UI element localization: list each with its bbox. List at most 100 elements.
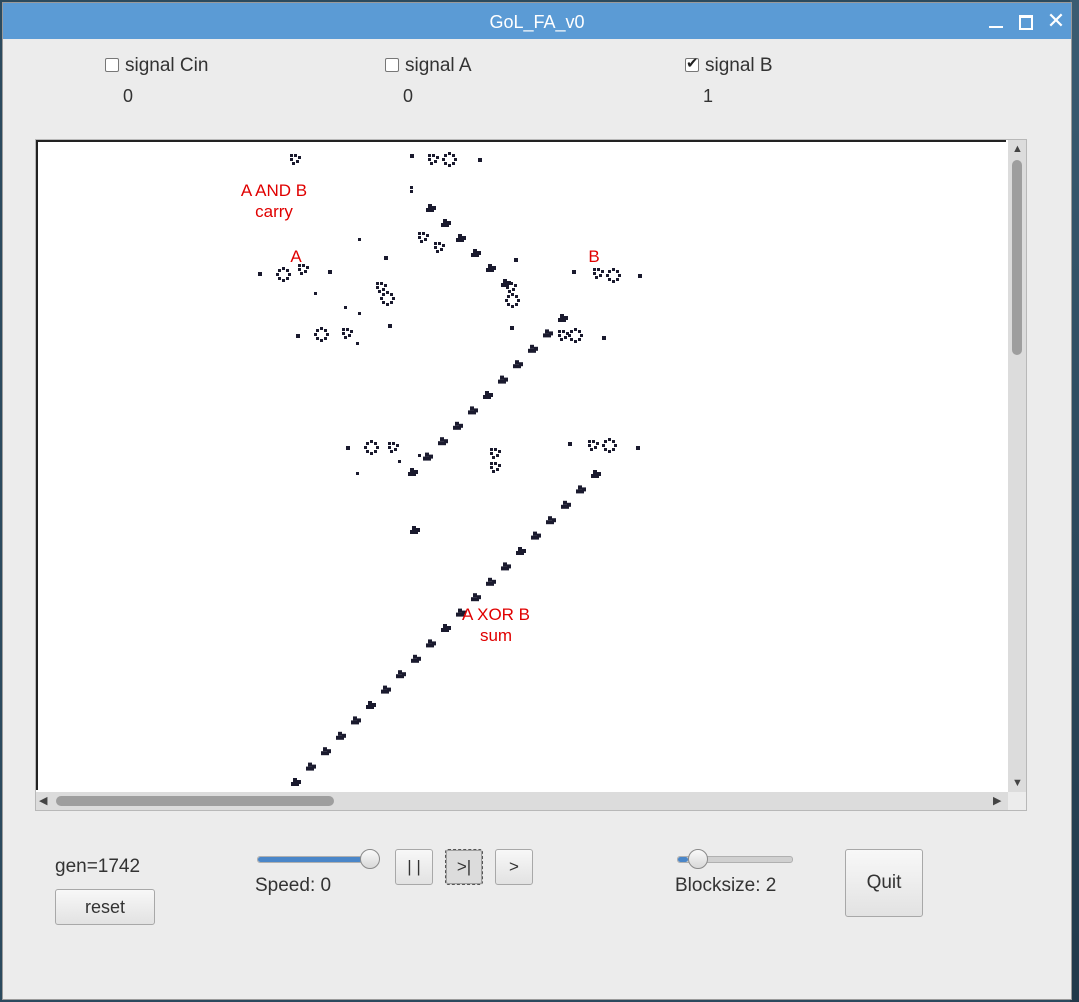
pause-button[interactable]: | | [395,849,433,885]
live-cell [457,425,461,430]
blocksize-slider-knob[interactable] [688,849,708,869]
live-cell [574,340,577,343]
life-canvas[interactable]: A AND B carry A B A XOR B sum [36,140,1006,790]
live-cell [468,410,472,415]
live-cell [411,658,415,663]
maximize-icon[interactable] [1015,10,1037,32]
live-cell [612,440,615,443]
live-cell [443,624,447,628]
live-cell [380,297,383,300]
scroll-left-arrow-icon[interactable]: ◀ [39,795,47,807]
live-cell [442,158,445,161]
live-cell [507,295,510,298]
checkbox-box[interactable] [385,58,399,72]
live-cell [533,531,537,536]
blocksize-label: Blocksize: 2 [675,875,777,896]
live-cell [546,520,550,525]
label-and-line2: carry [255,202,293,221]
live-cell [528,348,532,353]
window-title: GoL_FA_v0 [489,12,585,32]
live-cell [487,395,491,399]
live-cell [355,720,359,725]
live-cell [578,330,581,333]
live-cell [381,689,385,694]
live-cell [517,364,521,369]
horizontal-scroll-thumb[interactable] [56,796,334,806]
step-button[interactable]: >| [445,849,483,885]
vertical-scrollbar[interactable]: ▲ ▼ [1008,140,1026,792]
live-cell [364,446,367,449]
live-cell [423,456,427,461]
label-xor-sum: A XOR B sum [448,604,544,646]
live-cell [374,442,377,445]
live-cell [344,306,347,309]
live-cell [385,689,389,694]
live-cell [258,272,262,276]
scroll-down-arrow-icon[interactable]: ▼ [1012,777,1023,789]
live-cell [412,526,416,530]
live-cell [500,375,504,380]
live-cell [608,438,611,441]
live-cell [351,720,355,725]
live-cell [490,581,494,586]
live-cell [518,547,522,551]
live-cell [505,299,508,302]
signal-a-label: signal A [405,55,472,76]
live-cell [580,334,583,337]
minimize-icon[interactable] [985,10,1007,32]
live-cell [438,441,442,446]
live-cell [378,290,381,293]
live-cell [413,654,417,659]
scroll-up-arrow-icon[interactable]: ▲ [1012,143,1023,155]
live-cell [558,318,562,322]
signal-cin-checkbox[interactable]: signal Cin [105,55,208,77]
play-button[interactable]: > [495,849,533,885]
live-cell [293,778,297,782]
live-cell [282,279,285,282]
label-and-line1: A AND B [240,181,308,200]
live-cell [595,276,598,279]
live-cell [507,303,510,306]
live-cell [366,450,369,453]
live-cell [382,293,385,296]
vertical-scroll-thumb[interactable] [1012,160,1022,355]
horizontal-scrollbar[interactable]: ◀ ▶ [36,792,1008,810]
live-cell [565,504,569,509]
live-cell [292,162,295,165]
live-cell [496,454,499,457]
live-cell [383,685,387,690]
live-cell [410,530,414,534]
signal-a-checkbox[interactable]: signal A [385,55,472,77]
live-cell [440,437,444,442]
signal-b-value: 1 [703,86,714,106]
live-cell [310,766,314,771]
scroll-right-arrow-icon[interactable]: ▶ [993,795,1001,807]
live-cell [282,267,285,270]
live-cell [323,747,327,752]
live-cell [418,454,421,457]
live-cell [562,330,565,333]
live-cell [494,462,497,465]
live-cell [453,425,457,430]
checkbox-box[interactable] [105,58,119,72]
live-cell [505,566,509,571]
live-cell [308,762,312,767]
title-bar[interactable]: GoL_FA_v0 ✕ [3,3,1071,39]
close-icon[interactable]: ✕ [1045,10,1067,32]
live-cell [564,336,567,339]
live-cell [516,551,520,555]
live-cell [366,442,369,445]
quit-button[interactable]: Quit [845,849,923,917]
live-cell [471,253,475,257]
live-cell [441,628,445,632]
checkbox-box-checked[interactable] [685,54,699,72]
reset-button[interactable]: reset [55,889,155,925]
live-cell [427,456,431,461]
signal-b-checkbox[interactable]: signal B [685,54,773,77]
live-cell [448,152,451,155]
live-cell [388,446,391,449]
live-cell [396,444,399,447]
live-cell [400,674,404,679]
live-cell [498,464,501,467]
speed-slider-knob[interactable] [360,849,380,869]
